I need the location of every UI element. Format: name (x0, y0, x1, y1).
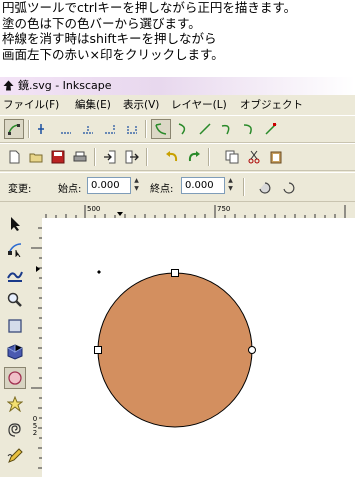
inkscape-app-icon (3, 80, 14, 91)
horizontal-ruler-ticks (45, 205, 346, 218)
toolbar-separator (28, 120, 30, 138)
ruler-corner (31, 205, 38, 218)
selector-tool-icon[interactable] (4, 213, 26, 235)
end-angle-input[interactable]: 0.000 (181, 177, 225, 194)
toolbar-separator (208, 148, 210, 166)
end-label: 終点: (150, 184, 174, 195)
join-nodes-icon[interactable] (78, 119, 98, 139)
export-icon[interactable] (122, 147, 142, 167)
ruler-label-500: 500 (87, 205, 101, 213)
vertical-ruler-labels: 0 5 2 (32, 416, 38, 437)
caption-line-4: 画面左下の赤い×印をクリックします。 (2, 46, 224, 62)
make-curve-icon[interactable] (239, 119, 259, 139)
closed-arc-icon[interactable] (255, 177, 275, 197)
selection-cue-marker (97, 270, 101, 274)
menu-object[interactable]: オブジェクト (240, 97, 303, 114)
caption-line-3: 枠線を消す時はshiftキーを押しながら (2, 31, 217, 46)
arc-tool-controls: 変更: 始点: 0.000 ▲ ▼ 終点: 0.000 ▲ ▼ (0, 172, 355, 202)
caption-line-2: 塗の色は下の色バーから選びます。 (2, 15, 201, 31)
toolbar-separator (146, 148, 148, 166)
save-icon[interactable] (48, 147, 68, 167)
make-line-icon[interactable] (261, 119, 281, 139)
tool-palette (0, 205, 31, 477)
symmetric-node-icon[interactable] (195, 119, 215, 139)
inkscape-window: 鏡.svg - Inkscape ファイル(F) 編集(E) 表示(V) レイヤ… (0, 77, 355, 477)
circle-shape[interactable] (97, 272, 253, 428)
node-tool-icon[interactable] (4, 238, 26, 260)
paste-icon[interactable] (266, 147, 286, 167)
radius-handle-top[interactable] (171, 269, 179, 277)
horizontal-ruler[interactable]: 500 750 (38, 205, 355, 219)
radius-handle-left[interactable] (94, 346, 102, 354)
spiral-tool-icon[interactable] (4, 419, 26, 441)
ruler-v-label-2: 2 (32, 429, 38, 437)
star-tool-icon[interactable] (4, 393, 26, 415)
start-label: 始点: (58, 184, 82, 195)
title-bar: 鏡.svg - Inkscape (0, 77, 355, 95)
node-edit-icon[interactable] (4, 119, 24, 139)
print-icon[interactable] (70, 147, 90, 167)
end-angle-stepper[interactable]: ▲ ▼ (226, 177, 235, 194)
ruler-label-750: 750 (217, 205, 231, 213)
new-document-icon[interactable] (4, 147, 24, 167)
menu-layer[interactable]: レイヤー(L) (171, 97, 227, 114)
change-label: 変更: (8, 184, 32, 195)
import-icon[interactable] (100, 147, 120, 167)
menu-view[interactable]: 表示(V) (123, 97, 159, 114)
commands-toolbar (0, 143, 355, 171)
toolbar-separator (145, 120, 147, 138)
break-path-icon[interactable] (100, 119, 120, 139)
cusp-node-icon[interactable] (151, 119, 171, 139)
3d-box-tool-icon[interactable] (4, 341, 26, 363)
drawing-canvas[interactable] (42, 218, 355, 477)
menu-edit[interactable]: 編集(E) (75, 97, 111, 114)
smooth-node-icon[interactable] (173, 119, 193, 139)
rectangle-tool-icon[interactable] (4, 315, 26, 337)
copy-icon[interactable] (222, 147, 242, 167)
tweak-tool-icon[interactable] (4, 263, 26, 285)
join-segment-icon[interactable] (122, 119, 142, 139)
cut-icon[interactable] (244, 147, 264, 167)
instruction-caption: 円弧ツールでctrlキーを押しながら正円を描きます。 塗の色は下の色バーから選び… (2, 0, 355, 62)
vertical-ruler-ticks (31, 227, 42, 469)
canvas-drawing (94, 269, 256, 428)
menu-bar: ファイル(F) 編集(E) 表示(V) レイヤー(L) オブジェクト (0, 97, 355, 114)
delete-node-icon[interactable] (56, 119, 76, 139)
window-title: 鏡.svg - Inkscape (18, 79, 112, 92)
arc-angle-handle[interactable] (248, 346, 256, 354)
auto-smooth-icon[interactable] (217, 119, 237, 139)
open-arc-icon[interactable] (279, 177, 299, 197)
pencil-tool-icon[interactable] (4, 445, 26, 467)
undo-icon[interactable] (162, 147, 182, 167)
open-folder-icon[interactable] (26, 147, 46, 167)
zoom-tool-icon[interactable] (4, 289, 26, 311)
redo-icon[interactable] (184, 147, 204, 167)
insert-node-icon[interactable] (34, 119, 54, 139)
start-angle-stepper[interactable]: ▲ ▼ (132, 177, 141, 194)
toolbar-separator (243, 178, 245, 196)
ellipse-tool-icon[interactable] (4, 367, 26, 389)
caption-line-1: 円弧ツールでctrlキーを押しながら正円を描きます。 (2, 0, 297, 15)
node-toolbar (0, 115, 355, 143)
menu-file[interactable]: ファイル(F) (3, 97, 59, 114)
toolbar-separator (94, 148, 96, 166)
start-angle-input[interactable]: 0.000 (87, 177, 131, 194)
